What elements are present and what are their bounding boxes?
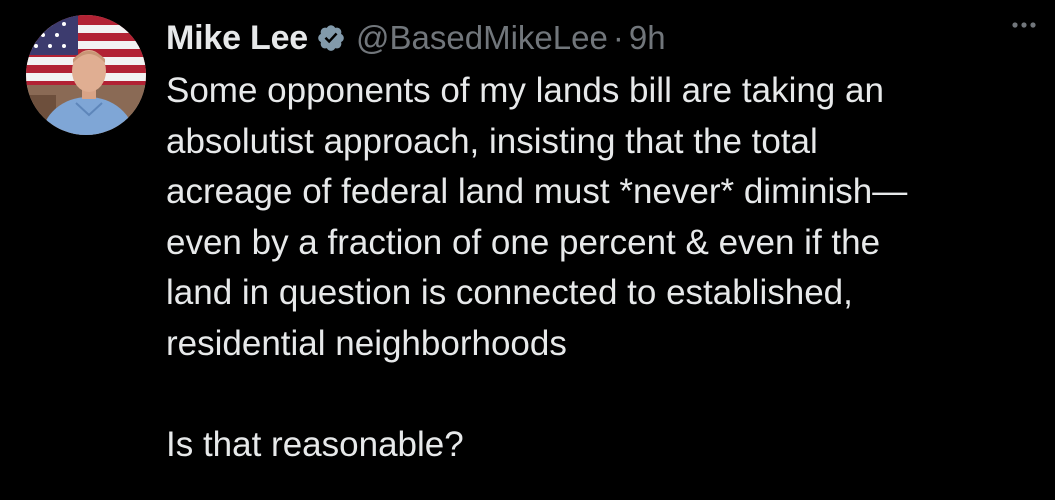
- tweet[interactable]: Mike Lee @BasedMikeLee · 9h Some opponen…: [0, 0, 1055, 500]
- handle[interactable]: @BasedMikeLee: [356, 19, 608, 57]
- more-options-icon[interactable]: [1007, 8, 1041, 42]
- tweet-text: Some opponents of my lands bill are taki…: [166, 71, 908, 464]
- tweet-header: Mike Lee @BasedMikeLee · 9h: [166, 10, 1035, 66]
- avatar-image: [26, 15, 146, 135]
- avatar[interactable]: [26, 15, 146, 135]
- separator-dot: ·: [612, 19, 624, 56]
- timestamp[interactable]: 9h: [629, 19, 666, 57]
- display-name[interactable]: Mike Lee: [166, 19, 308, 58]
- verified-badge-icon[interactable]: [316, 23, 346, 53]
